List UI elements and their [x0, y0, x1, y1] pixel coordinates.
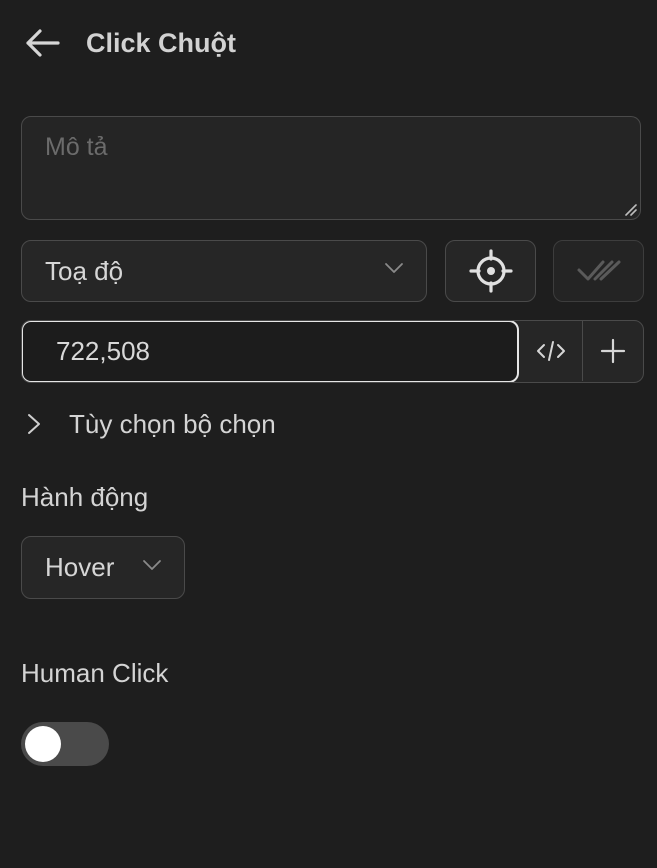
double-check-icon: [577, 260, 620, 281]
mouse-click-panel: Click Chuột Mô tả Toạ độ 722,508 Tùy chọ…: [0, 0, 657, 868]
toggle-knob: [25, 726, 61, 762]
coordinate-input[interactable]: 722,508: [22, 321, 519, 382]
selector-type-value: Toạ độ: [45, 255, 124, 286]
human-click-label: Human Click: [21, 658, 169, 688]
pick-coordinate-button[interactable]: [445, 240, 536, 302]
action-value: Hover: [45, 552, 115, 582]
code-button[interactable]: [519, 321, 583, 381]
description-field[interactable]: Mô tả: [21, 116, 641, 220]
add-button[interactable]: [583, 321, 643, 381]
human-click-toggle[interactable]: [21, 722, 109, 766]
action-dropdown[interactable]: Hover: [21, 536, 185, 599]
description-placeholder: Mô tả: [45, 133, 108, 161]
page-title: Click Chuột: [86, 28, 237, 58]
selector-options-toggle[interactable]: Tùy chọn bộ chọn: [24, 404, 276, 444]
chevron-down-icon: [385, 263, 403, 273]
plus-icon: [600, 338, 626, 364]
code-icon: [536, 341, 565, 361]
coordinate-input-group: 722,508: [21, 320, 644, 383]
crosshair-icon: [468, 249, 513, 293]
selector-options-label: Tùy chọn bộ chọn: [69, 408, 276, 439]
arrow-left-icon: [26, 29, 60, 57]
chevron-down-icon: [143, 560, 161, 570]
resize-grip-icon[interactable]: [623, 202, 637, 216]
back-button[interactable]: [24, 25, 66, 61]
selector-type-dropdown[interactable]: Toạ độ: [21, 240, 427, 302]
chevron-right-icon: [28, 414, 40, 434]
action-label: Hành động: [21, 482, 149, 512]
verify-selector-button[interactable]: [553, 240, 644, 302]
